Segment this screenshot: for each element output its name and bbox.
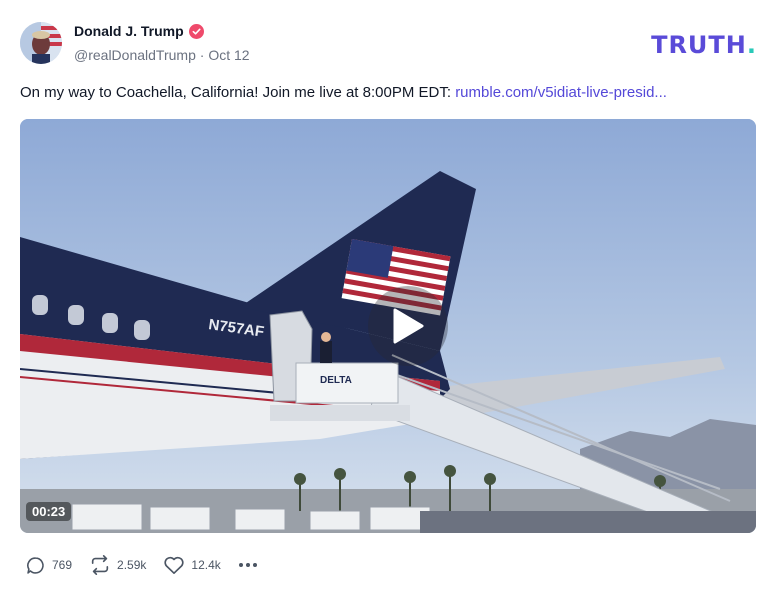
post-body: On my way to Coachella, California! Join… <box>20 84 456 101</box>
video-player[interactable]: N757AF DELTA 00:23 <box>20 119 756 533</box>
stair-brand-label: DELTA <box>320 375 352 386</box>
post-meta: @realDonaldTrump · Oct 12 <box>74 47 250 63</box>
date-separator: · <box>199 47 205 63</box>
dot <box>238 563 243 567</box>
retruth-button[interactable]: 2.59k <box>89 554 146 576</box>
reply-count: 769 <box>52 558 73 572</box>
play-button[interactable] <box>368 286 448 366</box>
video-duration: 00:23 <box>26 502 72 521</box>
reply-icon <box>27 556 44 574</box>
verified-badge-icon <box>188 23 204 39</box>
brand-word: TRUTH <box>651 31 747 59</box>
post-link[interactable]: rumble.com/v5idiat-live-presid... <box>455 84 667 101</box>
truth-social-logo[interactable]: TRUTH. <box>651 31 757 59</box>
brand-dot: . <box>746 31 757 59</box>
retruth-icon <box>91 555 109 575</box>
like-count: 12.4k <box>191 558 221 572</box>
post-text: On my way to Coachella, California! Join… <box>20 84 667 101</box>
author-handle[interactable]: @realDonaldTrump <box>74 47 196 63</box>
author-name[interactable]: Donald J. Trump <box>74 23 184 39</box>
reply-button[interactable]: 769 <box>25 555 72 576</box>
dot <box>245 563 250 567</box>
play-icon <box>393 308 424 344</box>
heart-icon <box>164 556 185 574</box>
post-date[interactable]: Oct 12 <box>208 47 249 63</box>
avatar[interactable] <box>20 22 62 64</box>
like-button[interactable]: 12.4k <box>163 555 221 575</box>
dot <box>252 563 257 567</box>
post-actions: 769 2.59k 12.4k <box>25 554 257 576</box>
more-dots-icon[interactable] <box>238 563 257 567</box>
retruth-count: 2.59k <box>117 558 147 572</box>
author-name-row[interactable]: Donald J. Trump <box>74 23 204 39</box>
post-header: Donald J. Trump @realDonaldTrump · Oct 1… <box>20 20 757 66</box>
